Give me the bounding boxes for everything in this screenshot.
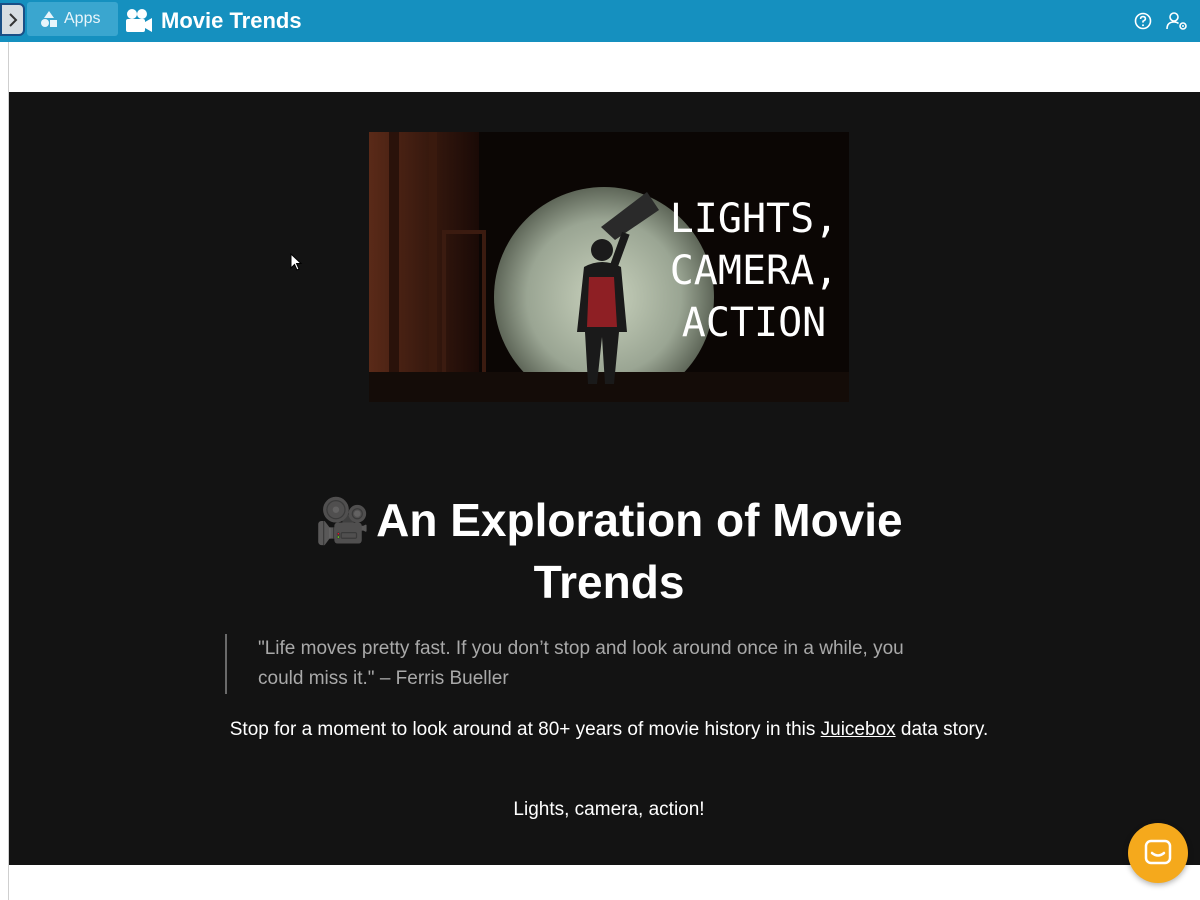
chat-icon	[1144, 839, 1172, 865]
sidebar-toggle-button[interactable]	[0, 3, 25, 36]
tagline: Lights, camera, action!	[513, 799, 705, 820]
user-settings-icon[interactable]	[1166, 12, 1188, 30]
hero-caption-line-2: CAMERA,	[670, 248, 839, 294]
chat-launcher-button[interactable]	[1128, 823, 1188, 883]
intro-text-after: data story.	[895, 719, 989, 740]
hero-caption-line-3: ACTION	[682, 300, 827, 346]
apps-label: Apps	[64, 10, 101, 27]
app-title-text: Movie Trends	[161, 8, 302, 33]
app-title: Movie Trends	[125, 0, 302, 42]
story-panel: LIGHTS, CAMERA, ACTION 🎥 An Exploration o…	[9, 92, 1200, 865]
left-rail	[0, 42, 9, 900]
juicebox-link[interactable]: Juicebox	[821, 719, 896, 740]
top-bar-actions	[1134, 0, 1188, 42]
movie-camera-emoji-icon: 🎥	[315, 497, 371, 546]
movie-camera-icon	[126, 9, 152, 32]
hero-image: LIGHTS, CAMERA, ACTION	[369, 132, 849, 402]
intro-text-before: Stop for a moment to look around at 80+ …	[229, 719, 821, 740]
ferris-bueller-quote: "Life moves pretty fast. If you don’t st…	[225, 634, 945, 694]
mouse-cursor-icon	[290, 253, 303, 271]
story-heading: 🎥 An Exploration of Movie Trends	[259, 490, 959, 612]
help-icon[interactable]	[1134, 12, 1152, 30]
story-heading-text: An Exploration of Movie Trends	[376, 494, 903, 608]
shapes-icon	[41, 11, 57, 27]
intro-paragraph: Stop for a moment to look around at 80+ …	[229, 715, 989, 745]
spotlight-illustration: LIGHTS, CAMERA, ACTION	[369, 132, 849, 402]
apps-button[interactable]: Apps	[27, 2, 118, 36]
hero-caption-line-1: LIGHTS,	[670, 196, 839, 242]
top-bar: Apps Movie Trends	[0, 0, 1200, 42]
chevron-right-icon	[8, 12, 17, 27]
